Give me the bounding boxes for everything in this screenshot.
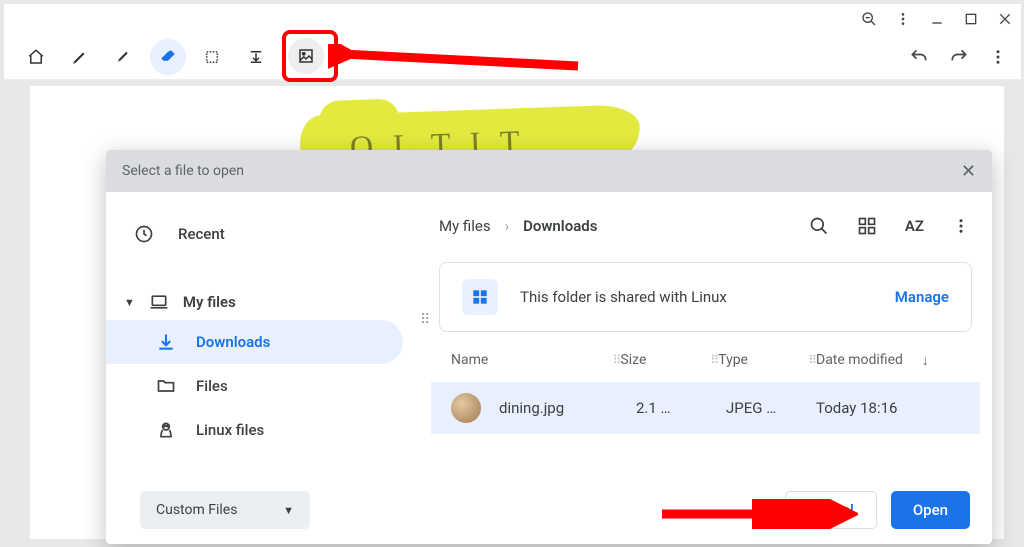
open-button[interactable]: Open bbox=[891, 491, 970, 529]
col-type[interactable]: Type bbox=[718, 352, 748, 368]
sidebar-item-files[interactable]: Files bbox=[106, 364, 403, 408]
filetype-dropdown[interactable]: Custom Files ▼ bbox=[140, 491, 310, 529]
dialog-sidebar: Recent ▼ My files Downloads Files Linux … bbox=[106, 192, 431, 476]
dialog-main: My files › Downloads AZ This folder is s… bbox=[431, 192, 992, 476]
laptop-icon bbox=[149, 292, 169, 312]
sidebar-item-recent[interactable]: Recent bbox=[106, 212, 431, 256]
linux-share-banner: This folder is shared with Linux Manage bbox=[439, 262, 972, 332]
col-divider-icon[interactable]: ⠿ bbox=[710, 353, 718, 367]
file-name: dining.jpg bbox=[499, 399, 636, 417]
clock-icon bbox=[134, 224, 154, 244]
file-open-dialog: Select a file to open ✕ Recent ▼ My file… bbox=[106, 150, 992, 544]
drag-handle-icon[interactable]: ⠿ bbox=[420, 312, 431, 328]
col-size[interactable]: Size bbox=[620, 352, 646, 368]
sidebar-item-downloads[interactable]: Downloads bbox=[106, 320, 403, 364]
close-icon[interactable]: ✕ bbox=[961, 161, 976, 182]
download-icon bbox=[156, 332, 176, 352]
zoom-out-icon[interactable] bbox=[861, 11, 877, 27]
files-label: Files bbox=[196, 377, 228, 395]
col-date[interactable]: Date modified bbox=[816, 352, 903, 368]
manage-link[interactable]: Manage bbox=[895, 288, 949, 306]
banner-text: This folder is shared with Linux bbox=[520, 288, 727, 306]
sidebar-section-myfiles[interactable]: ▼ My files bbox=[106, 284, 431, 320]
kebab-icon[interactable] bbox=[895, 11, 911, 27]
redo-button[interactable] bbox=[949, 47, 969, 67]
more-button[interactable] bbox=[989, 48, 1007, 66]
select-tool[interactable] bbox=[194, 39, 230, 75]
penguin-icon bbox=[156, 420, 176, 440]
chevron-down-icon: ▼ bbox=[124, 296, 135, 309]
breadcrumb: My files › Downloads bbox=[439, 217, 597, 235]
close-window-icon[interactable] bbox=[997, 11, 1013, 27]
home-button[interactable] bbox=[18, 39, 54, 75]
file-type: JPEG … bbox=[726, 399, 816, 417]
more-options-icon[interactable] bbox=[952, 217, 970, 235]
myfiles-label: My files bbox=[183, 293, 236, 311]
col-name[interactable]: Name bbox=[451, 352, 488, 368]
column-headers: Name ⠿ Size ⠿ Type ⠿ Date modified ↓ bbox=[431, 338, 980, 382]
sort-az-icon[interactable]: AZ bbox=[905, 217, 924, 235]
chevron-down-icon: ▼ bbox=[283, 504, 294, 517]
linux-label: Linux files bbox=[196, 421, 264, 439]
folder-icon bbox=[156, 376, 176, 396]
dialog-footer: Custom Files ▼ Cancel Open bbox=[106, 476, 992, 544]
sort-arrow-icon: ↓ bbox=[922, 352, 929, 369]
cancel-label: Cancel bbox=[808, 501, 854, 519]
shared-folder-icon bbox=[462, 279, 498, 315]
search-icon[interactable] bbox=[809, 216, 829, 236]
open-label: Open bbox=[913, 501, 948, 519]
downloads-label: Downloads bbox=[196, 333, 270, 351]
file-thumb-icon bbox=[451, 393, 481, 423]
pen-tool[interactable] bbox=[62, 39, 98, 75]
insert-image-button[interactable] bbox=[288, 38, 324, 74]
compress-tool[interactable] bbox=[238, 39, 274, 75]
brush-tool[interactable] bbox=[106, 39, 142, 75]
app-toolbar bbox=[4, 34, 1021, 80]
window-chrome bbox=[4, 4, 1021, 34]
cancel-button[interactable]: Cancel bbox=[785, 491, 877, 529]
dialog-title: Select a file to open bbox=[122, 163, 244, 179]
chevron-right-icon: › bbox=[505, 217, 510, 235]
minimize-icon[interactable] bbox=[929, 11, 945, 27]
file-size: 2.1 … bbox=[636, 399, 726, 417]
recent-label: Recent bbox=[178, 225, 225, 243]
insert-image-highlight bbox=[282, 30, 338, 82]
eraser-tool[interactable] bbox=[150, 39, 186, 75]
maximize-icon[interactable] bbox=[963, 11, 979, 27]
col-divider-icon[interactable]: ⠿ bbox=[808, 353, 816, 367]
file-date: Today 18:16 bbox=[816, 399, 966, 417]
undo-button[interactable] bbox=[909, 47, 929, 67]
grid-view-icon[interactable] bbox=[857, 216, 877, 236]
sidebar-item-linux[interactable]: Linux files bbox=[106, 408, 403, 452]
breadcrumb-current: Downloads bbox=[523, 217, 597, 235]
breadcrumb-root[interactable]: My files bbox=[439, 217, 491, 235]
dialog-titlebar: Select a file to open ✕ bbox=[106, 150, 992, 192]
col-divider-icon[interactable]: ⠿ bbox=[613, 353, 621, 367]
filetype-label: Custom Files bbox=[156, 502, 237, 518]
file-row[interactable]: dining.jpg 2.1 … JPEG … Today 18:16 bbox=[431, 382, 980, 434]
